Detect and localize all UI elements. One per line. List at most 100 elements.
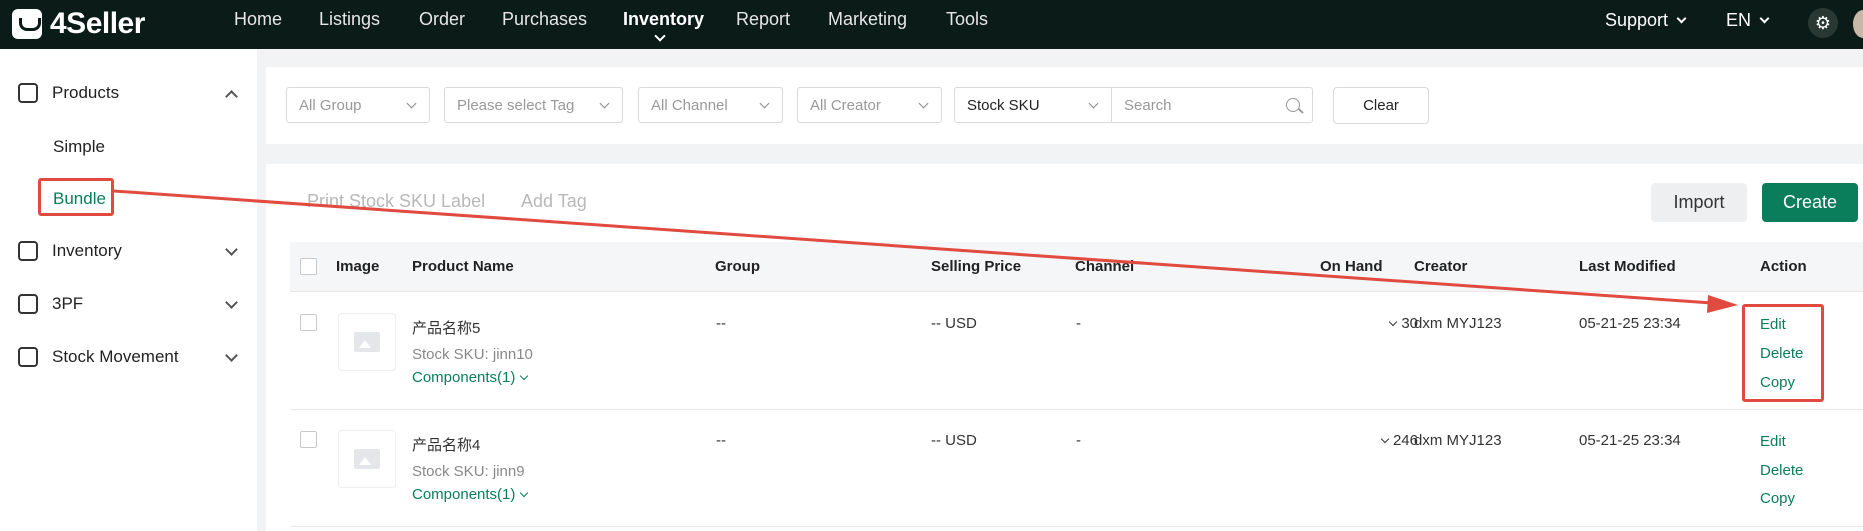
sidebar-item-label: Inventory: [52, 241, 122, 260]
components-label: Components(1): [412, 486, 516, 503]
support-label: Support: [1605, 10, 1669, 30]
print-stock-sku-label-button[interactable]: Print Stock SKU Label: [307, 191, 485, 212]
col-action: Action: [1760, 258, 1807, 275]
image-placeholder-icon: [354, 332, 380, 352]
chevron-down-icon: [1676, 13, 1687, 24]
filter-bar: All Group Please select Tag All Channel …: [266, 67, 1863, 144]
table-header: Image Product Name Group Selling Price C…: [290, 242, 1863, 292]
components-toggle[interactable]: Components(1): [412, 486, 529, 503]
nav-home[interactable]: Home: [234, 9, 282, 30]
selling-price-value: -- USD: [931, 315, 977, 332]
stock-sku: Stock SKU: jinn9: [412, 463, 525, 480]
nav-order[interactable]: Order: [419, 9, 465, 30]
bag-logo-icon: [12, 9, 42, 39]
sidebar-item-inventory[interactable]: Inventory: [18, 237, 240, 265]
col-creator: Creator: [1414, 258, 1468, 275]
creator-select[interactable]: All Creator: [797, 87, 942, 123]
group-select[interactable]: All Group: [286, 87, 430, 123]
on-hand-value[interactable]: 246: [1340, 432, 1418, 449]
chevron-down-icon: [759, 98, 770, 109]
search-input[interactable]: Search: [1111, 87, 1313, 123]
creator-value: dxm MYJ123: [1414, 432, 1502, 449]
col-last-modified: Last Modified: [1579, 258, 1676, 275]
chevron-down-icon: [654, 30, 666, 42]
top-nav-bar: 4Seller Home Listings Order Purchases In…: [0, 0, 1863, 49]
warehouse-icon: [18, 294, 38, 314]
clear-button[interactable]: Clear: [1333, 87, 1429, 124]
inventory-stack-icon: [18, 241, 38, 261]
col-image: Image: [336, 258, 380, 275]
components-toggle[interactable]: Components(1): [412, 369, 529, 386]
product-box-icon: [18, 83, 38, 103]
product-image-placeholder: [338, 313, 396, 371]
table-row: 产品名称5 Stock SKU: jinn10 Components(1) --…: [290, 293, 1863, 410]
create-button[interactable]: Create: [1762, 183, 1858, 222]
search-field-select[interactable]: Stock SKU: [954, 87, 1112, 123]
chevron-down-icon: [1088, 98, 1099, 109]
brand-name: 4Seller: [50, 7, 145, 40]
nav-inventory[interactable]: Inventory: [623, 9, 704, 30]
chevron-down-icon: [918, 98, 929, 109]
chevron-down-icon: [520, 371, 529, 381]
nav-report[interactable]: Report: [736, 9, 790, 30]
import-button[interactable]: Import: [1651, 183, 1747, 222]
sidebar-item-label: 3PF: [52, 294, 84, 313]
stock-sku: Stock SKU: jinn10: [412, 346, 533, 363]
stock-movement-icon: [18, 347, 38, 367]
delete-button[interactable]: Delete: [1760, 462, 1803, 479]
chevron-down-icon: [225, 243, 238, 256]
select-all-checkbox[interactable]: [300, 258, 317, 275]
sidebar-item-3pf[interactable]: 3PF: [18, 290, 240, 318]
sidebar-item-products[interactable]: Products: [18, 79, 240, 107]
bundle-highlight-box: [38, 178, 114, 216]
copy-button[interactable]: Copy: [1760, 490, 1795, 507]
chevron-down-icon: [1389, 317, 1398, 327]
image-placeholder-icon: [354, 449, 380, 469]
chevron-down-icon: [225, 296, 238, 309]
product-name[interactable]: 产品名称5: [412, 317, 480, 338]
channel-select-value: All Channel: [651, 96, 728, 114]
nav-listings[interactable]: Listings: [319, 9, 380, 30]
channel-value: -: [1076, 432, 1081, 449]
col-channel: Channel: [1075, 258, 1135, 275]
row-checkbox[interactable]: [300, 431, 317, 448]
product-name[interactable]: 产品名称4: [412, 434, 480, 455]
product-list-panel: Print Stock SKU Label Add Tag Import Cre…: [266, 164, 1863, 531]
support-menu[interactable]: Support: [1605, 10, 1687, 31]
search-icon[interactable]: [1286, 98, 1300, 112]
chevron-up-icon: [225, 90, 238, 103]
language-menu[interactable]: EN: [1726, 10, 1770, 31]
col-product-name: Product Name: [412, 258, 514, 275]
on-hand-value[interactable]: 30: [1350, 315, 1418, 332]
sidebar-item-stock-movement[interactable]: Stock Movement: [18, 343, 240, 371]
creator-value: dxm MYJ123: [1414, 315, 1502, 332]
col-selling-price: Selling Price: [931, 258, 1022, 275]
product-image-placeholder: [338, 430, 396, 488]
selling-price-value: -- USD: [931, 432, 977, 449]
last-modified-value: 05-21-25 23:34: [1579, 432, 1681, 449]
nav-purchases[interactable]: Purchases: [502, 9, 587, 30]
chevron-down-icon: [1759, 13, 1770, 24]
tag-select-placeholder: Please select Tag: [457, 96, 575, 114]
search-placeholder: Search: [1124, 96, 1172, 114]
channel-select[interactable]: All Channel: [638, 87, 783, 123]
nav-tools[interactable]: Tools: [946, 9, 988, 30]
group-value: --: [716, 432, 726, 449]
channel-value: -: [1076, 315, 1081, 332]
nav-marketing[interactable]: Marketing: [828, 9, 907, 30]
avatar[interactable]: [1853, 10, 1863, 38]
creator-select-value: All Creator: [810, 96, 881, 114]
brand-logo[interactable]: 4Seller: [12, 6, 145, 42]
edit-button[interactable]: Edit: [1760, 433, 1786, 450]
sidebar-item-simple[interactable]: Simple: [53, 137, 105, 157]
tag-select[interactable]: Please select Tag: [444, 87, 623, 123]
chevron-down-icon: [1380, 434, 1390, 444]
chevron-down-icon: [225, 349, 238, 362]
row-checkbox[interactable]: [300, 314, 317, 331]
add-tag-button[interactable]: Add Tag: [521, 191, 587, 212]
col-group: Group: [715, 258, 760, 275]
group-value: --: [716, 315, 726, 332]
sidebar-item-label: Products: [52, 83, 120, 102]
gear-icon[interactable]: ⚙: [1808, 8, 1838, 38]
sidebar-item-label: Stock Movement: [52, 347, 179, 366]
